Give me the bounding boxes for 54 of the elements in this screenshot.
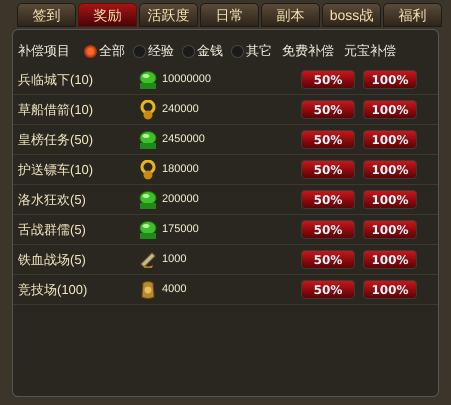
experience-orb-icon xyxy=(138,70,158,90)
column-header: 补偿项目 xyxy=(18,42,71,60)
task-name: 草船借箭(10) xyxy=(18,100,94,119)
tab[interactable]: 福利 xyxy=(383,3,442,27)
experience-orb-icon xyxy=(138,130,158,150)
ingot-compensation-button[interactable]: 100% xyxy=(363,70,417,89)
coin-icon xyxy=(139,160,157,180)
ingot-compensation-button[interactable]: 100% xyxy=(363,190,417,209)
tab[interactable]: boss战 xyxy=(322,3,381,27)
free-compensation-button[interactable]: 50% xyxy=(301,190,355,209)
task-name: 竞技场(100) xyxy=(18,280,88,299)
ingot-compensation-button[interactable]: 100% xyxy=(363,160,417,179)
scroll-icon xyxy=(138,250,158,270)
reward-amount: 10000000 xyxy=(162,72,212,88)
reward-amount: 240000 xyxy=(162,102,200,118)
coin-icon xyxy=(139,100,157,120)
tab[interactable]: 签到 xyxy=(17,3,76,27)
column-header: 免费补偿 xyxy=(282,42,334,60)
experience-orb-icon xyxy=(138,190,158,210)
ingot-compensation-button[interactable]: 100% xyxy=(363,250,417,269)
reward-amount: 1000 xyxy=(162,252,188,268)
medal-icon xyxy=(139,280,157,300)
task-name: 舌战群儒(5) xyxy=(18,220,87,239)
tab[interactable]: 日常 xyxy=(200,3,259,27)
reward-amount: 175000 xyxy=(162,222,200,238)
tab[interactable]: 奖励 xyxy=(78,3,137,27)
radio-option[interactable]: 金钱 xyxy=(182,41,223,61)
ingot-compensation-button[interactable]: 100% xyxy=(363,280,417,299)
reward-amount: 180000 xyxy=(162,162,200,178)
radio-option[interactable]: 全部 xyxy=(84,41,125,61)
task-name: 皇榜任务(50) xyxy=(18,130,94,149)
ingot-compensation-button[interactable]: 100% xyxy=(363,220,417,239)
task-name: 铁血战场(5) xyxy=(18,250,87,269)
free-compensation-button[interactable]: 50% xyxy=(301,220,355,239)
radio-option[interactable]: 其它 xyxy=(231,41,272,61)
reward-amount: 4000 xyxy=(162,282,188,298)
task-name: 洛水狂欢(5) xyxy=(18,190,87,209)
free-compensation-button[interactable]: 50% xyxy=(301,250,355,269)
reward-amount: 200000 xyxy=(162,192,200,208)
ingot-compensation-button[interactable]: 100% xyxy=(363,100,417,119)
experience-orb-icon xyxy=(138,220,158,240)
task-name: 兵临城下(10) xyxy=(18,70,94,89)
ingot-compensation-button[interactable]: 100% xyxy=(363,130,417,149)
tab[interactable]: 副本 xyxy=(261,3,320,27)
radio-option[interactable]: 经验 xyxy=(133,41,174,61)
free-compensation-button[interactable]: 50% xyxy=(301,130,355,149)
reward-amount: 2450000 xyxy=(162,132,206,148)
free-compensation-button[interactable]: 50% xyxy=(301,70,355,89)
free-compensation-button[interactable]: 50% xyxy=(301,100,355,119)
task-name: 护送镖车(10) xyxy=(18,160,94,179)
tab[interactable]: 活跃度 xyxy=(139,3,198,27)
free-compensation-button[interactable]: 50% xyxy=(301,280,355,299)
column-header: 元宝补偿 xyxy=(344,42,396,60)
free-compensation-button[interactable]: 50% xyxy=(301,160,355,179)
